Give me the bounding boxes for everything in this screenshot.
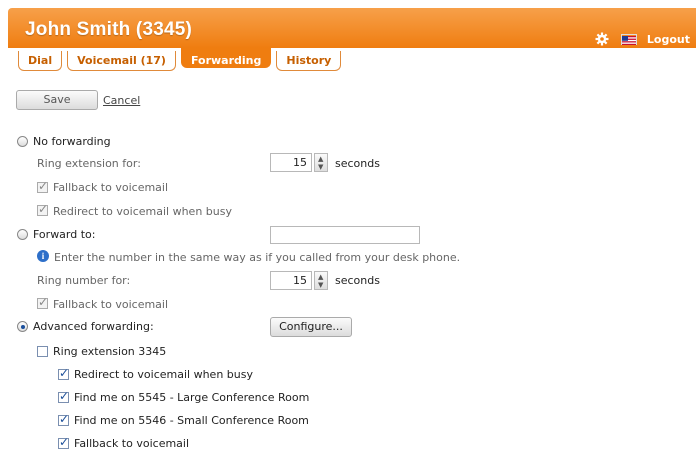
cancel-link[interactable]: Cancel — [103, 94, 140, 107]
gear-icon[interactable] — [595, 32, 609, 46]
fallback-voicemail-checkbox[interactable] — [37, 179, 48, 193]
stepper-arrows[interactable]: ▲ ▼ — [314, 153, 328, 172]
findme-5545-checkbox[interactable] — [58, 389, 69, 403]
stepper-arrows[interactable]: ▲ ▼ — [314, 271, 328, 290]
info-icon: i — [37, 250, 49, 262]
us-flag-icon[interactable] — [620, 33, 637, 45]
ring-number-stepper[interactable]: 15 ▲ ▼ — [270, 271, 330, 290]
ring-extension-unit: seconds — [335, 157, 380, 170]
forward-to-label: Forward to: — [33, 228, 96, 241]
redirect-busy-checkbox[interactable] — [37, 202, 48, 216]
forward-fallback-checkbox[interactable] — [37, 295, 48, 309]
save-button[interactable]: Save — [16, 90, 98, 110]
ring-extension-checkbox[interactable] — [37, 346, 48, 357]
configure-button[interactable]: Configure... — [270, 317, 352, 337]
header-actions: Logout — [595, 32, 690, 46]
page-title: John Smith (3345) — [25, 19, 193, 40]
ring-number-label: Ring number for: — [37, 274, 131, 287]
advanced-redirect-label: Redirect to voicemail when busy — [74, 368, 253, 381]
advanced-redirect-checkbox[interactable] — [58, 366, 69, 380]
advanced-fallback-label: Fallback to voicemail — [74, 437, 190, 450]
redirect-busy-label: Redirect to voicemail when busy — [53, 205, 232, 218]
findme-5546-checkbox[interactable] — [58, 412, 69, 426]
chevron-up-icon[interactable]: ▲ — [318, 273, 323, 281]
app-header: John Smith (3345) Logout — [8, 8, 696, 48]
ring-number-value[interactable]: 15 — [270, 271, 312, 290]
fallback-voicemail-label: Fallback to voicemail — [53, 181, 169, 194]
ring-extension-stepper[interactable]: 15 ▲ ▼ — [270, 153, 330, 172]
no-forwarding-label: No forwarding — [33, 135, 111, 148]
chevron-down-icon[interactable]: ▼ — [318, 163, 323, 171]
tab-history[interactable]: History — [276, 51, 342, 71]
tab-dial[interactable]: Dial — [18, 51, 63, 71]
findme-5545-label: Find me on 5545 - Large Conference Room — [74, 391, 310, 404]
ring-extension-value[interactable]: 15 — [270, 153, 312, 172]
advanced-forwarding-radio[interactable] — [17, 321, 28, 332]
logout-link[interactable]: Logout — [647, 33, 690, 46]
chevron-down-icon[interactable]: ▼ — [318, 281, 323, 289]
forward-to-radio[interactable] — [17, 229, 28, 240]
advanced-fallback-checkbox[interactable] — [58, 435, 69, 449]
ring-number-unit: seconds — [335, 274, 380, 287]
forward-fallback-label: Fallback to voicemail — [53, 298, 169, 311]
no-forwarding-radio[interactable] — [17, 136, 28, 147]
ring-extension-label: Ring extension for: — [37, 157, 141, 170]
findme-5546-label: Find me on 5546 - Small Conference Room — [74, 414, 309, 427]
tab-bar: Dial Voicemail (17) Forwarding History — [18, 48, 346, 71]
chevron-up-icon[interactable]: ▲ — [318, 155, 323, 163]
tab-forwarding[interactable]: Forwarding — [180, 48, 272, 68]
forward-hint-text: Enter the number in the same way as if y… — [54, 251, 461, 264]
ring-extension-3345-label: Ring extension 3345 — [53, 345, 167, 358]
forward-number-input[interactable] — [270, 226, 420, 244]
tab-voicemail[interactable]: Voicemail (17) — [67, 51, 176, 71]
advanced-forwarding-label: Advanced forwarding: — [33, 320, 154, 333]
